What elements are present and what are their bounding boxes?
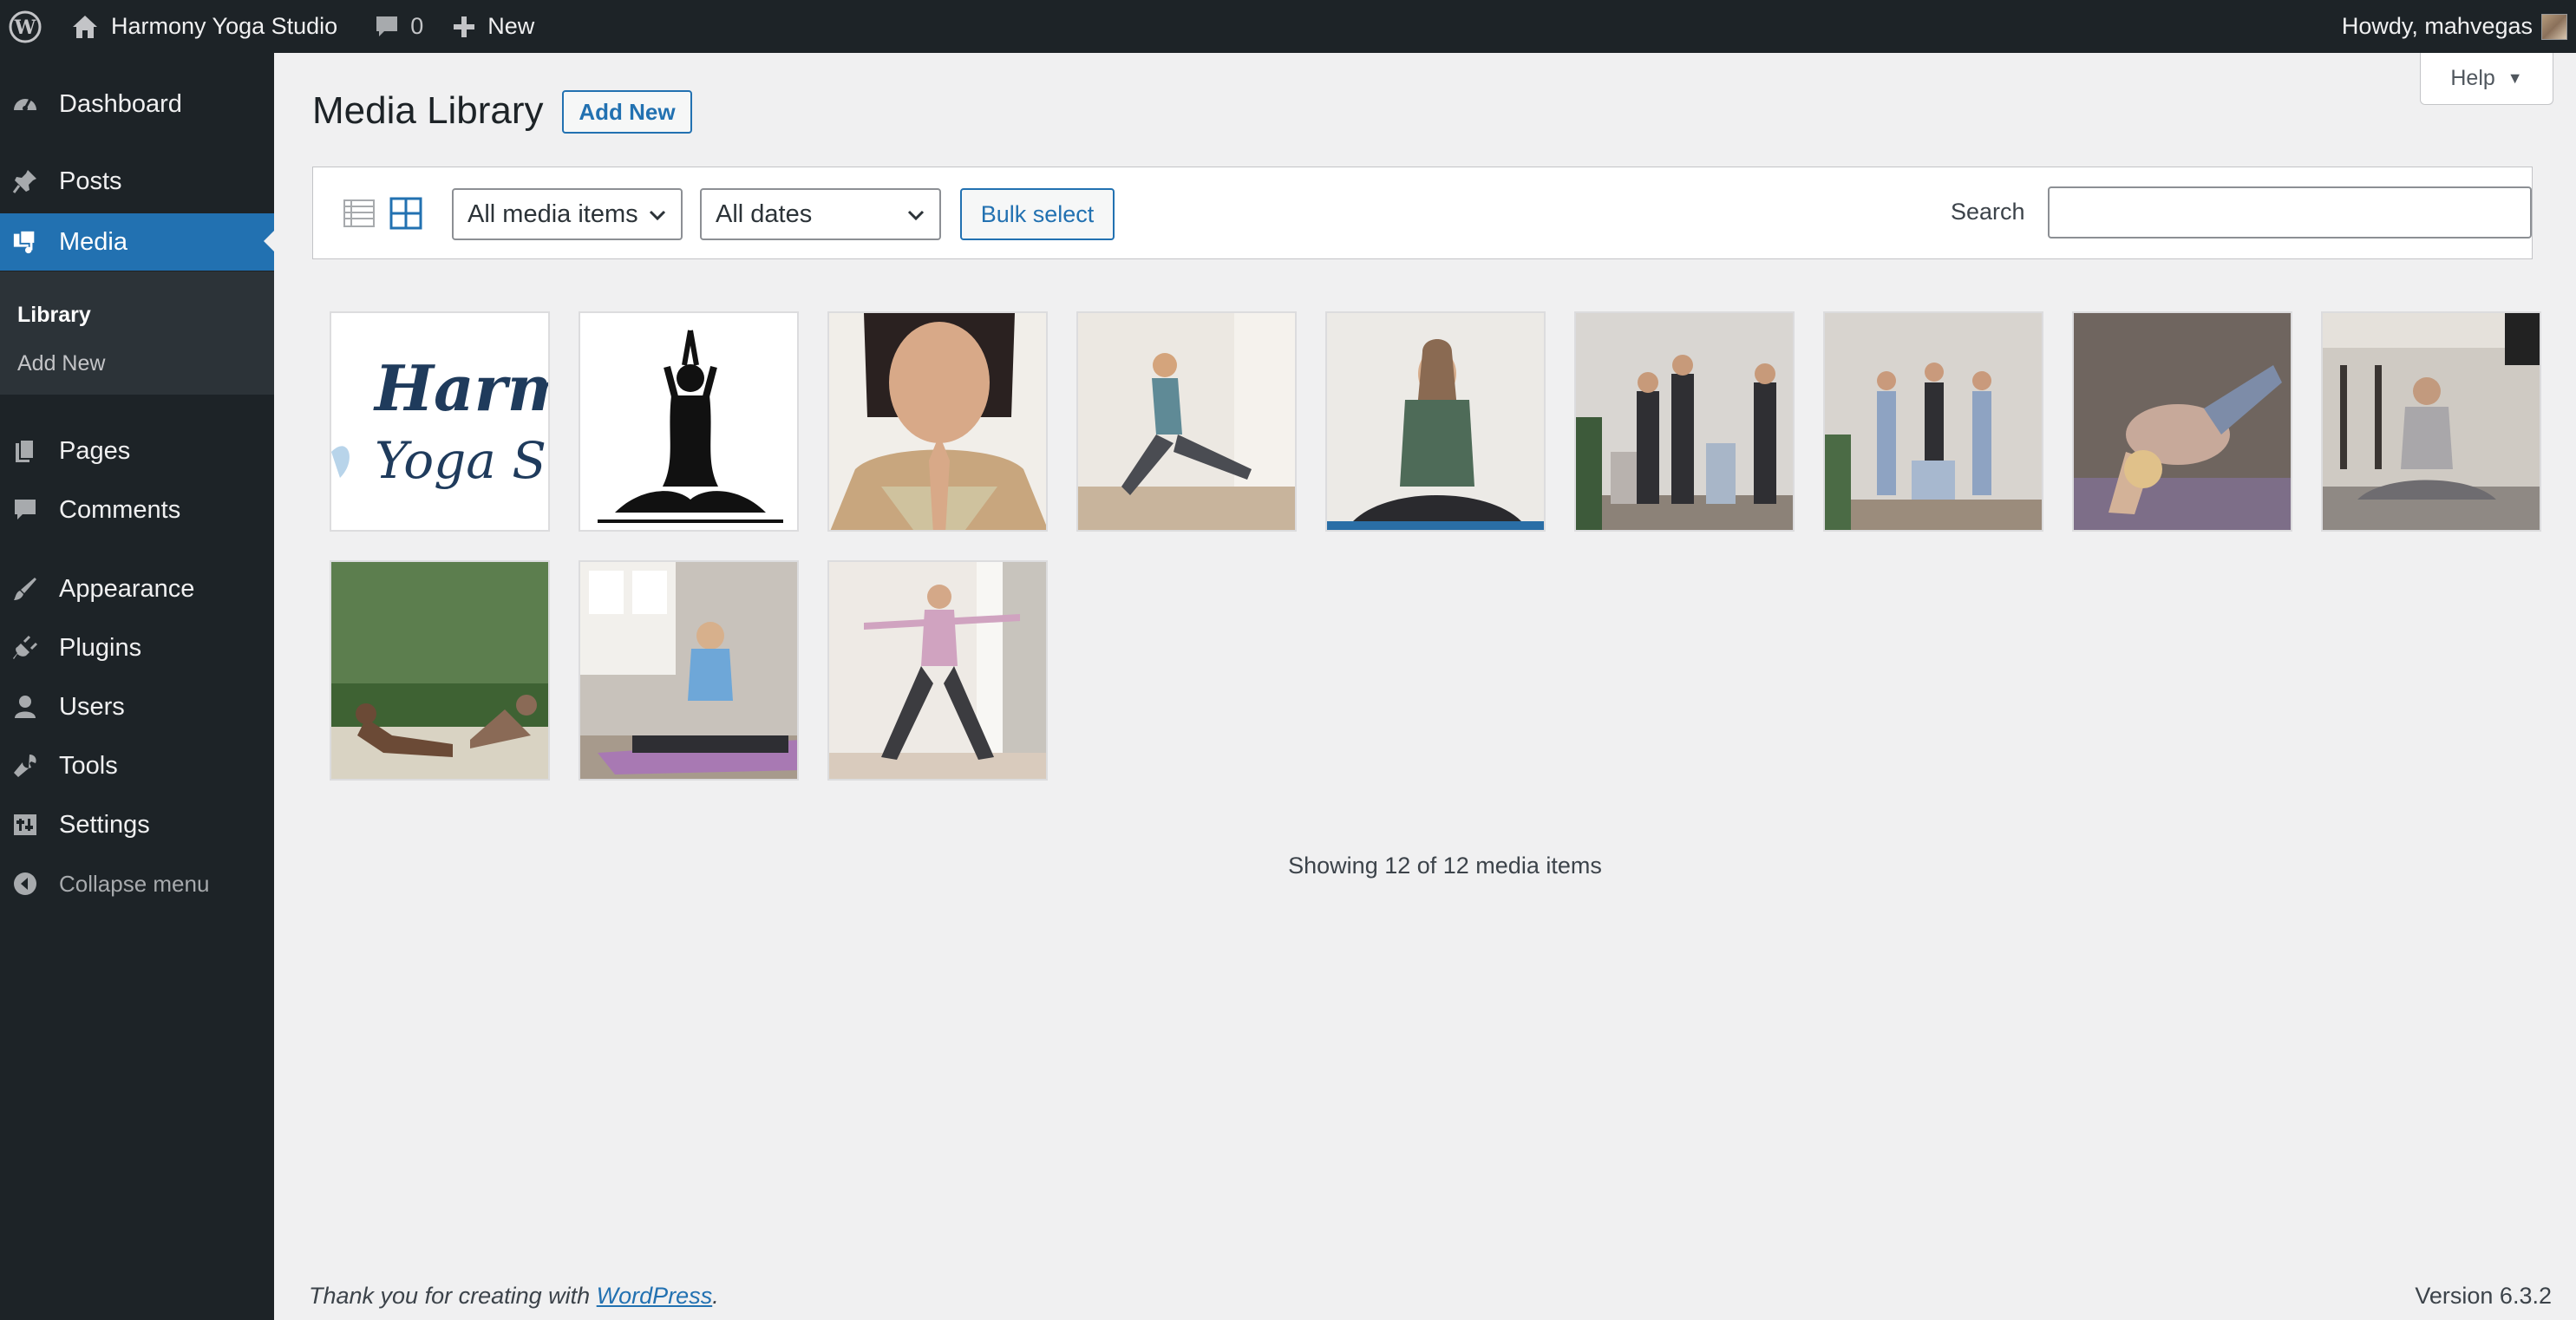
comments-count: 0 [410,13,424,39]
date-filter-value: All dates [716,199,813,228]
media-icon [12,229,38,255]
sidebar-item-users[interactable]: Users [0,679,274,735]
admin-sidebar: Dashboard Posts Media Library Add New Pa… [0,53,274,1320]
my-account-link[interactable]: Howdy, mahvegas [2342,0,2576,53]
comment-icon [12,497,38,523]
media-thumbnail-group-mats[interactable] [1574,311,1795,532]
sidebar-item-label: Appearance [59,574,195,603]
sidebar-item-pages[interactable]: Pages [0,423,274,479]
list-view-icon[interactable] [343,197,376,230]
site-name-link[interactable]: Harmony Yoga Studio [50,0,356,53]
plus-icon [454,16,475,37]
avatar [2541,13,2567,40]
media-thumbnail-studio-mat[interactable] [579,560,799,781]
sidebar-item-label: Users [59,692,125,721]
sidebar-item-label: Pages [59,436,131,465]
sidebar-item-settings[interactable]: Settings [0,797,274,853]
dashboard-icon [12,91,38,117]
media-thumbnail-tree-pose[interactable] [1823,311,2043,532]
user-icon [12,694,38,720]
pin-icon [12,168,38,194]
date-filter[interactable]: All dates [700,188,941,240]
media-thumbnail-crow-pose[interactable] [2072,311,2292,532]
settings-icon [12,812,38,838]
chevron-down-icon [907,210,925,221]
wordpress-logo-icon[interactable]: W [0,0,50,53]
sidebar-item-plugins[interactable]: Plugins [0,620,274,676]
sidebar-item-dashboard[interactable]: Dashboard [0,76,274,132]
sidebar-item-comments[interactable]: Comments [0,482,274,538]
submenu-library[interactable]: Library [17,303,91,328]
footer-thanks-prefix: Thank you for creating with [309,1283,597,1309]
collapse-arrow-icon [12,871,38,897]
media-type-filter[interactable]: All media items [452,188,683,240]
plug-icon [12,635,38,661]
site-name: Harmony Yoga Studio [111,13,338,39]
sidebar-item-label: Dashboard [59,89,182,118]
footer-thanks: Thank you for creating with WordPress. [309,1283,719,1310]
brush-icon [12,576,38,602]
svg-text:Yoga St: Yoga St [375,431,550,490]
sidebar-item-label: Plugins [59,633,142,662]
footer-thanks-suffix: . [712,1283,719,1309]
wordpress-link[interactable]: WordPress [597,1283,713,1309]
sidebar-item-tools[interactable]: Tools [0,738,274,794]
caret-down-icon: ▼ [2507,69,2523,87]
sidebar-item-media[interactable]: Media [0,213,274,271]
media-thumbnail-silhouette[interactable] [579,311,799,532]
media-thumbnail-stretching[interactable] [1076,311,1297,532]
search-input[interactable] [2048,186,2532,239]
sidebar-item-posts[interactable]: Posts [0,154,274,209]
howdy-text: Howdy, mahvegas [2341,13,2533,39]
comment-bubble-icon [376,16,398,36]
collapse-menu-label: Collapse menu [59,870,210,897]
media-count-status: Showing 12 of 12 media items [1288,853,1602,879]
main-content: Media Library Add New Help ▼ All media i… [274,53,2576,1320]
new-content-link[interactable]: New [441,0,546,53]
sidebar-item-label: Tools [59,751,118,780]
home-icon [73,15,97,38]
sidebar-item-appearance[interactable]: Appearance [0,561,274,617]
grid-view-icon[interactable] [389,197,422,230]
search-label: Search [1951,199,2025,225]
pages-icon [12,438,38,464]
sidebar-item-label: Comments [59,495,181,524]
wrench-icon [12,753,38,779]
collapse-menu-button[interactable]: Collapse menu [0,856,274,912]
version-text: Version 6.3.2 [2415,1283,2552,1309]
bulk-select-button[interactable]: Bulk select [960,188,1115,240]
media-thumbnail-outdoor[interactable] [330,560,550,781]
admin-bar: W Harmony Yoga Studio 0 New Howdy, mahve… [0,0,2576,53]
comments-link[interactable]: 0 [356,0,441,53]
help-label: Help [2450,66,2495,90]
svg-text:Harm: Harm [373,351,550,425]
media-thumbnail-kitchen-meditation[interactable] [2321,311,2541,532]
media-toolbar: All media items All dates Bulk select Se… [312,167,2533,259]
sidebar-item-label: Settings [59,810,150,839]
media-thumbnail-warrior[interactable] [827,560,1048,781]
media-submenu: Library Add New [0,271,274,395]
chevron-down-icon [649,210,666,221]
add-new-button[interactable]: Add New [562,90,692,134]
page-title: Media Library [312,89,544,132]
new-label: New [487,13,535,39]
media-type-value: All media items [467,199,638,228]
submenu-add-new[interactable]: Add New [17,351,105,376]
sidebar-item-label: Posts [59,167,122,195]
media-thumbnail-meditation-green[interactable] [1325,311,1546,532]
help-button[interactable]: Help ▼ [2420,53,2553,105]
sidebar-item-label: Media [59,227,127,256]
media-thumbnail-logo[interactable]: Harm Yoga St [330,311,550,532]
svg-text:W: W [14,16,36,39]
media-thumbnail-meditation-closeup[interactable] [827,311,1048,532]
